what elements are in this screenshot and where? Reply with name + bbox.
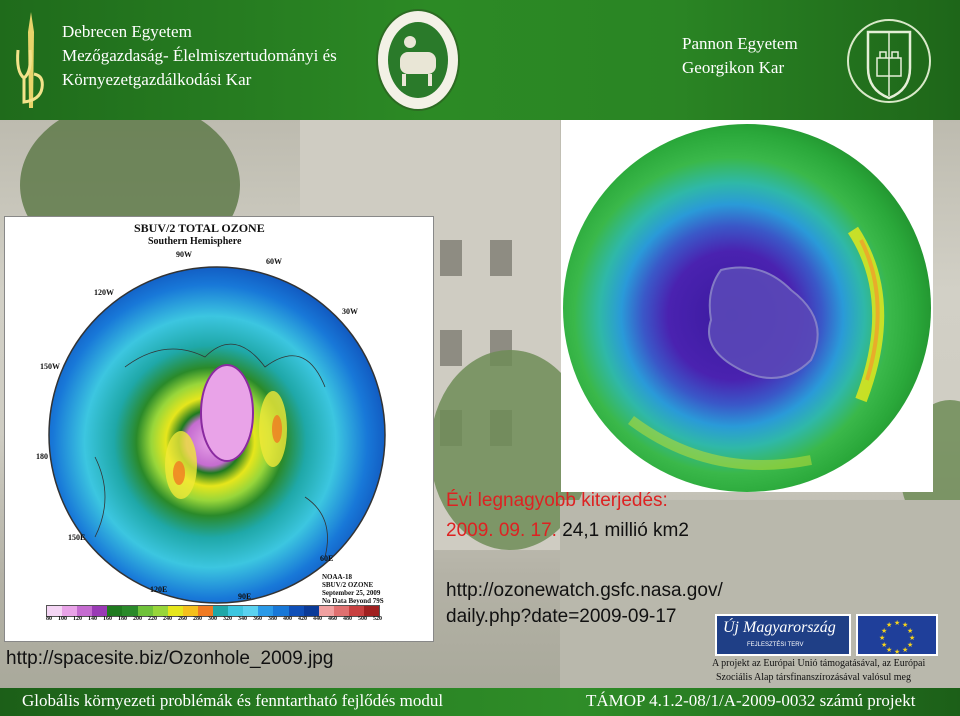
max-extent-area: 24,1 millió km2 — [562, 520, 689, 541]
scale-label: 300 — [208, 616, 217, 622]
scale-label: 340 — [238, 616, 247, 622]
map-info-line: SBUV/2 OZONE — [322, 581, 374, 589]
scale-label: 200 — [133, 616, 142, 622]
lon-label: 150E — [68, 533, 86, 542]
header-banner: Debrecen Egyetem Mezőgazdaság- Élelmisze… — [0, 0, 960, 120]
eu-funding-note: A projekt az Európai Unió támogatásával,… — [712, 658, 926, 669]
university-shield-icon — [847, 19, 931, 103]
ozone-globe-figure — [563, 124, 931, 492]
org-right-line-2: Georgikon Kar — [682, 58, 785, 77]
scale-label: 160 — [103, 616, 112, 622]
spacesite-source-link[interactable]: http://spacesite.biz/Ozonhole_2009.jpg — [6, 648, 333, 670]
scale-label: 100 — [58, 616, 67, 622]
svg-text:★: ★ — [894, 619, 900, 627]
ozone-globe-panel — [561, 120, 933, 492]
uj-magyarorszag-logo: Új Magyarország FEJLESZTÉSI TERV — [715, 614, 851, 656]
scale-label: 260 — [178, 616, 187, 622]
scale-label: 400 — [283, 616, 292, 622]
uj-logo-text: Új Magyarország — [723, 619, 836, 636]
scale-label: 320 — [223, 616, 232, 622]
lon-label: 120W — [94, 288, 114, 297]
scale-label: 520 — [373, 616, 382, 622]
org-left-line-2: Mezőgazdaság- Élelmiszertudományi és — [62, 46, 337, 65]
footer-project-id: TÁMOP 4.1.2-08/1/A-2009-0032 számú proje… — [586, 691, 916, 710]
scale-label: 220 — [148, 616, 157, 622]
lon-label: 90W — [176, 250, 192, 259]
org-left-line-3: Környezetgazdálkodási Kar — [62, 70, 252, 89]
nasa-source-link[interactable]: http://ozonewatch.gsfc.nasa.gov/ — [446, 580, 723, 602]
org-left-line-1: Debrecen Egyetem — [62, 22, 192, 41]
scale-label: 440 — [313, 616, 322, 622]
org-right-line-1: Pannon Egyetem — [682, 34, 798, 53]
svg-text:★: ★ — [902, 646, 908, 654]
svg-text:★: ★ — [894, 648, 900, 654]
lon-label: 90E — [238, 592, 252, 601]
svg-text:★: ★ — [881, 641, 887, 649]
lon-label: 60W — [266, 257, 282, 266]
max-extent-value: 2009. 09. 17. 24,1 millió km2 — [446, 520, 689, 542]
uj-logo-subtext: FEJLESZTÉSI TERV — [747, 642, 804, 648]
scale-label: 120 — [73, 616, 82, 622]
scale-label: 240 — [163, 616, 172, 622]
eu-flag-icon: ★ ★ ★ ★ ★ ★ ★ ★ ★ ★ ★ ★ — [856, 614, 938, 656]
lon-label: 150W — [40, 362, 60, 371]
svg-text:★: ★ — [886, 621, 892, 629]
footer-bar: Globális környezeti problémák és fenntar… — [0, 688, 960, 716]
nasa-source-link-cont[interactable]: daily.php?date=2009-09-17 — [446, 606, 676, 628]
scale-label: 80 — [46, 616, 52, 622]
map-info-line: NOAA-18 — [322, 573, 352, 581]
scale-label: 180 — [118, 616, 127, 622]
eu-stars-icon: ★ ★★★ ★★★★ ★★★★ — [879, 619, 915, 656]
max-extent-date: 2009. 09. 17. — [446, 520, 557, 541]
scale-label: 360 — [253, 616, 262, 622]
scale-label: 420 — [298, 616, 307, 622]
svg-text:★: ★ — [879, 634, 885, 642]
lon-label: 120E — [150, 585, 168, 594]
eu-funding-note: Szociális Alap társfinanszírozásával val… — [716, 672, 911, 683]
color-scale-labels: 80 100 120 140 160 180 200 220 240 260 2… — [46, 616, 382, 622]
scale-label: 460 — [328, 616, 337, 622]
lon-label: 30W — [342, 307, 358, 316]
scale-label: 480 — [343, 616, 352, 622]
lon-label: 60E — [320, 554, 334, 563]
faculty-seal-icon — [376, 9, 460, 111]
map-info-block: NOAA-18 SBUV/2 OZONE September 25, 2009 … — [322, 573, 384, 605]
footer-module-title: Globális környezeti problémák és fenntar… — [22, 691, 444, 710]
ud-monogram-icon — [16, 12, 44, 108]
scale-label: 140 — [88, 616, 97, 622]
scale-label: 380 — [268, 616, 277, 622]
map-subtitle: Southern Hemisphere — [148, 236, 242, 247]
map-info-line: September 25, 2009 — [322, 589, 381, 597]
scale-label: 280 — [193, 616, 202, 622]
scale-label: 500 — [358, 616, 367, 622]
map-info-line: No Data Beyond 79S — [322, 597, 384, 605]
max-extent-caption: Évi legnagyobb kiterjedés: — [446, 490, 668, 511]
lon-label: 180 — [36, 452, 48, 461]
map-title: SBUV/2 TOTAL OZONE — [134, 221, 265, 235]
